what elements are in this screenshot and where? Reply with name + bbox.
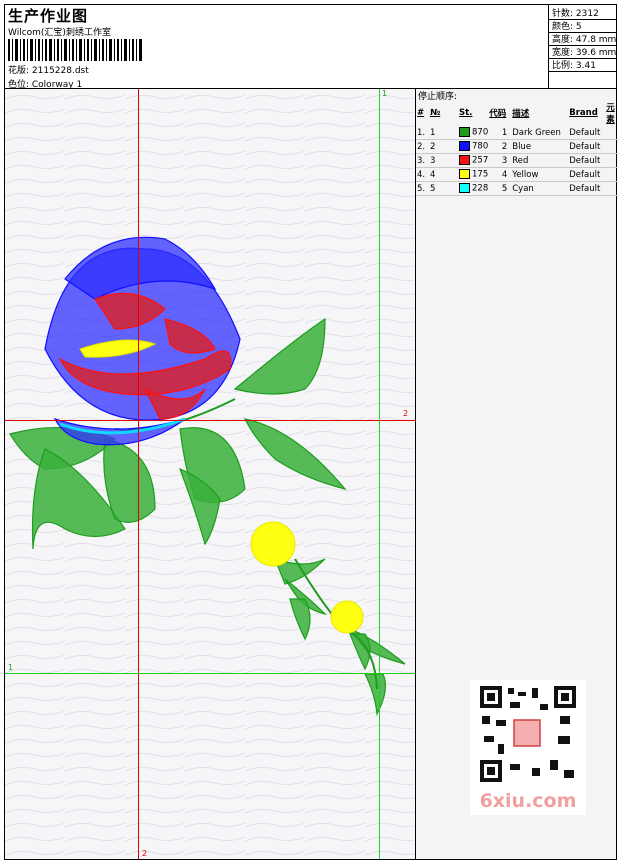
color-sequence-row[interactable]: 4. 4 175 4 Yellow Default <box>416 167 617 182</box>
row-element <box>605 126 617 140</box>
row-description: Blue <box>511 139 569 154</box>
row-description: Cyan <box>511 181 569 196</box>
color-sequence-table: # № St. 代码 描述 Brand 元素 1. 1 870 1 Dark Green… <box>416 100 617 196</box>
stitch-count: 针数: 2312 <box>552 9 599 19</box>
design-width: 宽度: 39.6 mm <box>552 48 617 58</box>
col-index-header: # <box>417 108 425 118</box>
thread-color-swatch <box>459 183 470 194</box>
row-stitch-count: 780 <box>472 141 489 152</box>
color-sequence-row[interactable]: 3. 3 257 3 Red Default <box>416 153 617 168</box>
row-number: 2 <box>429 139 458 154</box>
row-stitches: 870 <box>458 126 489 140</box>
row-stitches: 257 <box>458 153 489 168</box>
row-stitches: 780 <box>458 139 489 154</box>
green-horizontal-guide-label: 1 <box>8 663 14 672</box>
row-brand: Default <box>568 139 606 154</box>
row-index: 4. <box>416 167 429 182</box>
qr-code-icon <box>478 684 578 784</box>
row-brand: Default <box>568 181 606 196</box>
row-index: 5. <box>416 181 429 196</box>
row-index: 1. <box>416 126 429 140</box>
red-vertical-guide-label: 2 <box>142 849 148 858</box>
table-header-row: # № St. 代码 描述 Brand 元素 <box>416 100 617 126</box>
red-horizontal-guide-label: 2 <box>403 409 409 418</box>
row-element <box>605 153 617 168</box>
col-code-header: 代码 <box>489 109 507 119</box>
col-number-header: № <box>430 108 441 118</box>
thread-color-swatch <box>459 127 470 138</box>
row-stitch-count: 175 <box>472 169 489 180</box>
design-file-name: 花版: 2115228.dst <box>8 66 89 76</box>
color-sequence-row[interactable]: 5. 5 228 5 Cyan Default <box>416 181 617 196</box>
row-description: Dark Green <box>511 126 569 140</box>
row-brand: Default <box>568 126 606 140</box>
row-number: 3 <box>429 153 458 168</box>
row-stitches: 228 <box>458 181 489 196</box>
row-code: 5 <box>488 181 512 196</box>
watermark-text: 6xiu.com <box>479 790 577 812</box>
row-code: 2 <box>488 139 512 154</box>
thread-color-swatch <box>459 141 470 152</box>
green-vertical-guide-label: 1 <box>382 89 388 98</box>
barcode <box>8 39 142 61</box>
job-sheet-header: 生产作业图 Wilcom(汇宝)刺绣工作室 花版: 2115228.dst 色位… <box>4 4 617 90</box>
row-brand: Default <box>568 153 606 168</box>
color-sequence-row[interactable]: 1. 1 870 1 Dark Green Default <box>416 126 617 140</box>
row-code: 3 <box>488 153 512 168</box>
row-description: Yellow <box>511 167 569 182</box>
design-canvas[interactable]: 1 2 1 2 <box>4 88 416 860</box>
row-code: 4 <box>488 167 512 182</box>
color-count: 颜色: 5 <box>552 22 582 32</box>
color-sequence-row[interactable]: 2. 2 780 2 Blue Default <box>416 139 617 154</box>
watermark: 6xiu.com <box>470 680 586 815</box>
row-description: Red <box>511 153 569 168</box>
row-brand: Default <box>568 167 606 182</box>
row-number: 4 <box>429 167 458 182</box>
row-stitch-count: 257 <box>472 155 489 166</box>
design-height: 高度: 47.8 mm <box>552 35 617 45</box>
design-stats: 针数: 2312 颜色: 5 高度: 47.8 mm 宽度: 39.6 mm 比… <box>548 5 617 89</box>
embroidery-preview <box>5 89 415 859</box>
design-scale: 比例: 3.41 <box>552 61 596 71</box>
col-stitches-header: St. <box>459 108 473 118</box>
col-brand-header: Brand <box>569 108 598 118</box>
row-code: 1 <box>488 126 512 140</box>
row-stitches: 175 <box>458 167 489 182</box>
row-number: 5 <box>429 181 458 196</box>
row-element <box>605 181 617 196</box>
studio-name: Wilcom(汇宝)刺绣工作室 <box>8 28 111 38</box>
page-title: 生产作业图 <box>8 7 89 25</box>
row-element <box>605 139 617 154</box>
row-element <box>605 167 617 182</box>
thread-color-swatch <box>459 155 470 166</box>
col-element-header: 元素 <box>606 103 615 125</box>
row-index: 3. <box>416 153 429 168</box>
thread-color-swatch <box>459 169 470 180</box>
row-number: 1 <box>429 126 458 140</box>
col-description-header: 描述 <box>512 109 530 119</box>
row-index: 2. <box>416 139 429 154</box>
row-stitch-count: 228 <box>472 183 489 194</box>
row-stitch-count: 870 <box>472 127 489 138</box>
